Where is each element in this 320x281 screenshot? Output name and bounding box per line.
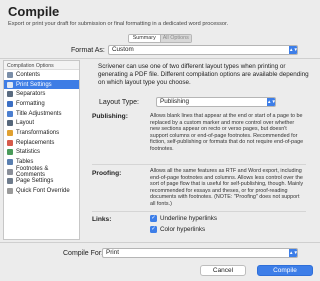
sidebar-item[interactable]: Statistics xyxy=(4,148,79,158)
cancel-button[interactable]: Cancel xyxy=(200,265,246,276)
layout-description: Scrivener can use one of two different l… xyxy=(98,63,309,87)
format-as-value: Custom xyxy=(112,46,134,53)
sidebar-item[interactable]: Formatting xyxy=(4,99,79,109)
chevron-updown-icon: ▲▼ xyxy=(289,249,298,257)
window-subtitle: Export or print your draft for submissio… xyxy=(8,21,229,27)
sidebar-item-label: Print Settings xyxy=(16,81,52,88)
layout-icon xyxy=(7,120,13,127)
page-settings-icon xyxy=(7,178,13,185)
sidebar-item-label: Contents xyxy=(16,71,41,78)
contents-icon xyxy=(7,71,13,78)
compile-for-value: Print xyxy=(106,249,119,256)
view-segmented-control[interactable]: Summary All Options xyxy=(128,34,192,43)
sidebar-item[interactable]: Transformations xyxy=(4,128,79,138)
sidebar-item-label: Replacements xyxy=(16,139,55,146)
title-icon xyxy=(7,110,13,117)
checkmark-icon: ✓ xyxy=(150,215,157,222)
compile-for-select[interactable]: Print ▲▼ xyxy=(102,248,298,258)
separators-icon xyxy=(7,91,13,98)
publishing-description: Allows blank lines that appear at the en… xyxy=(150,113,304,152)
sidebar-item-label: Transformations xyxy=(16,129,60,136)
format-as-select[interactable]: Custom ▲▼ xyxy=(108,45,298,55)
footer-divider xyxy=(0,242,320,243)
format-as-label: Format As: xyxy=(71,47,105,54)
sidebar-item[interactable]: Print Settings xyxy=(4,79,79,90)
sidebar-item[interactable]: Page Settings xyxy=(4,177,79,187)
proofing-description: Allows all the same features as RTF and … xyxy=(150,168,304,207)
publishing-label: Publishing: xyxy=(92,113,128,120)
tab-summary[interactable]: Summary xyxy=(129,35,160,42)
sidebar-item-label: Quick Font Override xyxy=(16,188,70,195)
sidebar-item[interactable]: Replacements xyxy=(4,138,79,148)
underline-hyperlinks-checkbox[interactable]: ✓ Underline hyperlinks xyxy=(150,215,217,222)
sidebar-item-label: Layout xyxy=(16,120,35,127)
underline-hyperlinks-label: Underline hyperlinks xyxy=(160,215,218,222)
layout-type-select[interactable]: Publishing ▲▼ xyxy=(156,97,276,107)
sidebar-item-label: Page Settings xyxy=(16,178,54,185)
sidebar-item-label: Title Adjustments xyxy=(16,110,62,117)
layout-type-label: Layout Type: xyxy=(99,99,139,106)
section-divider xyxy=(92,164,306,165)
compile-for-label: Compile For: xyxy=(63,250,104,257)
color-hyperlinks-checkbox[interactable]: ✓ Color hyperlinks xyxy=(150,226,205,233)
links-label: Links: xyxy=(92,216,112,223)
sidebar-header: Compilation Options xyxy=(4,61,79,70)
proofing-label: Proofing: xyxy=(92,170,122,177)
tab-all-options[interactable]: All Options xyxy=(159,35,191,42)
checkmark-icon: ✓ xyxy=(150,226,157,233)
sidebar-item[interactable]: Footnotes & Comments xyxy=(4,165,79,178)
section-divider xyxy=(92,211,306,212)
font-icon xyxy=(7,188,13,195)
transform-icon xyxy=(7,129,13,136)
header-divider xyxy=(0,58,320,59)
sidebar-item[interactable]: Title Adjustments xyxy=(4,109,79,119)
formatting-icon xyxy=(7,100,13,107)
layout-type-value: Publishing xyxy=(160,98,190,105)
sidebar-item-label: Tables xyxy=(16,159,34,166)
compilation-options-sidebar: Compilation Options Contents Print Settin… xyxy=(3,60,80,240)
sidebar-item[interactable]: Separators xyxy=(4,89,79,99)
sidebar-item-label: Formatting xyxy=(16,100,45,107)
compile-button[interactable]: Compile xyxy=(257,265,313,276)
sidebar-item[interactable]: Quick Font Override xyxy=(4,186,79,196)
window-title: Compile xyxy=(8,4,60,19)
replacements-icon xyxy=(7,139,13,146)
sidebar-item-label: Statistics xyxy=(16,149,41,156)
printer-icon xyxy=(7,81,13,88)
footnotes-icon xyxy=(7,168,13,175)
statistics-icon xyxy=(7,149,13,156)
sidebar-item[interactable]: Contents xyxy=(4,70,79,80)
color-hyperlinks-label: Color hyperlinks xyxy=(160,226,206,233)
tables-icon xyxy=(7,159,13,166)
sidebar-item-label: Separators xyxy=(16,91,46,98)
sidebar-item-label: Footnotes & Comments xyxy=(16,165,49,178)
sidebar-list: Contents Print Settings Separators Formatti… xyxy=(4,70,79,196)
sidebar-item[interactable]: Layout xyxy=(4,118,79,128)
chevron-updown-icon: ▲▼ xyxy=(267,98,276,106)
chevron-updown-icon: ▲▼ xyxy=(289,46,298,54)
